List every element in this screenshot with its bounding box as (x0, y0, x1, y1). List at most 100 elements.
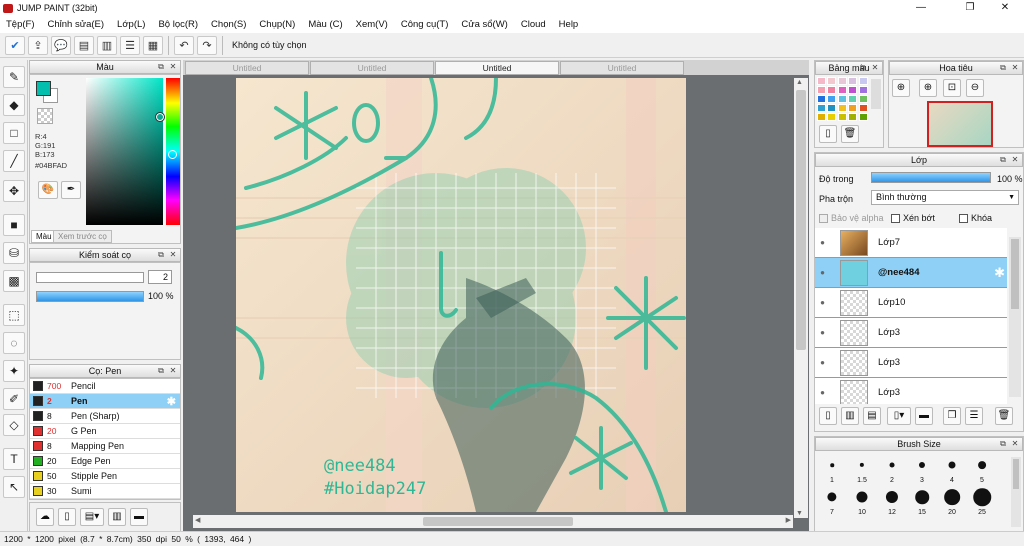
eraser-tool-icon[interactable]: ◆ (3, 94, 25, 116)
vertical-scroll-thumb[interactable] (796, 90, 806, 350)
message-icon[interactable]: ▤ (74, 35, 94, 55)
gear-icon[interactable]: ✱ (994, 265, 1005, 281)
brush-tool-icon[interactable]: ✎ (3, 66, 25, 88)
add-layer-menu-icon[interactable]: ▯▾ (887, 407, 911, 425)
new-layer-8bit-icon[interactable]: ▥ (841, 407, 859, 425)
layer-visibility-icon[interactable]: ● (815, 268, 830, 277)
layer-opacity-slider[interactable] (871, 172, 991, 183)
palette-swatch[interactable] (858, 86, 868, 94)
magic-wand-icon[interactable]: ✦ (3, 360, 25, 382)
select-pen-icon[interactable]: ✐ (3, 388, 25, 410)
menu-window[interactable]: Cửa sổ(W) (461, 19, 507, 30)
doc-tab[interactable]: Untitled (185, 61, 309, 75)
panel-close-icon[interactable]: ✕ (168, 62, 178, 72)
canvas-vertical-scrollbar[interactable]: ▲ ▼ (794, 78, 808, 518)
panel-close-icon[interactable]: ✕ (1010, 439, 1020, 449)
brush-opacity-slider[interactable] (36, 291, 144, 302)
brush-item-pencil[interactable]: 700 Pencil (30, 379, 180, 394)
palette-swatch[interactable] (817, 77, 826, 85)
comment-icon[interactable]: 💬 (51, 35, 71, 55)
operation-tool-icon[interactable]: ↖ (3, 476, 25, 498)
panel-float-icon[interactable]: ⧉ (858, 63, 868, 73)
menu-cloud[interactable]: Cloud (521, 19, 546, 30)
panel-close-icon[interactable]: ✕ (1010, 155, 1020, 165)
menu-file[interactable]: Tệp(F) (6, 19, 35, 30)
palette-swatch[interactable] (837, 77, 847, 85)
palette-swatch[interactable] (848, 86, 858, 94)
palette-swatch[interactable] (858, 77, 868, 85)
menu-view[interactable]: Xem(V) (356, 19, 388, 30)
zoom-in-icon[interactable]: ⊕ (892, 79, 910, 97)
menu-edit[interactable]: Chỉnh sửa(E) (48, 19, 105, 30)
palette-swatch[interactable] (817, 113, 826, 121)
lock-checkbox[interactable] (959, 214, 968, 224)
brush-size-option[interactable]: 1.5 (847, 455, 877, 485)
scroll-left-icon[interactable]: ◀ (195, 516, 200, 524)
brush-settings-icon[interactable]: ▥ (108, 508, 126, 526)
tab-brush-preview[interactable]: Xem trước cọ (53, 230, 112, 243)
zoom-out-icon[interactable]: ⊖ (966, 79, 984, 97)
menu-select[interactable]: Chọn(S) (211, 19, 246, 30)
cloud-sync-icon[interactable]: ✔ (5, 35, 25, 55)
hue-slider[interactable] (166, 78, 180, 225)
delete-palette-icon[interactable]: 🗑 (841, 125, 859, 143)
panel-float-icon[interactable]: ⧉ (998, 63, 1008, 73)
palette-swatch[interactable] (848, 77, 858, 85)
layer-row[interactable]: ● Lớp7 (815, 228, 1007, 258)
lasso-tool-icon[interactable]: ◌ (3, 332, 25, 354)
gradient-tool-icon[interactable]: ▩ (3, 270, 25, 292)
brush-item-stipple-pen[interactable]: 50 Stipple Pen (30, 469, 180, 484)
sv-picker-handle[interactable] (155, 112, 165, 122)
layer-scrollbar[interactable] (1009, 237, 1021, 397)
brush-size-slider[interactable] (36, 272, 144, 283)
scroll-right-icon[interactable]: ▶ (786, 516, 791, 524)
undo-icon[interactable]: ↶ (174, 35, 194, 55)
saturation-value-picker[interactable] (86, 78, 165, 225)
brush-size-option[interactable]: 20 (937, 487, 967, 517)
layer-visibility-icon[interactable]: ● (815, 238, 830, 247)
brush-size-scrollbar[interactable] (1011, 457, 1021, 527)
palette-swatch[interactable] (848, 95, 858, 103)
gear-icon[interactable]: ✱ (167, 395, 176, 408)
brush-size-option[interactable]: 7 (817, 487, 847, 517)
select-rect-tool-icon[interactable]: ⬚ (3, 304, 25, 326)
layer-visibility-icon[interactable]: ● (815, 358, 830, 367)
brush-folder-icon[interactable]: ▬ (130, 508, 148, 526)
brush-size-scroll-thumb[interactable] (1013, 459, 1019, 489)
menu-filter[interactable]: Bộ lọc(R) (158, 19, 198, 30)
export-icon[interactable]: ⇪ (28, 35, 48, 55)
palette-swatch[interactable] (817, 104, 826, 112)
scroll-down-icon[interactable]: ▼ (796, 510, 803, 517)
doc-tab[interactable]: Untitled (560, 61, 684, 75)
brush-item-edge-pen[interactable]: 20 Edge Pen (30, 454, 180, 469)
brush-size-option[interactable]: 25 (967, 487, 997, 517)
protect-alpha-checkbox[interactable] (819, 214, 828, 224)
eyedropper-icon[interactable]: ✒ (61, 181, 81, 199)
line-tool-icon[interactable]: ╱ (3, 150, 25, 172)
palette-swatch[interactable] (827, 104, 837, 112)
merge-layer-icon[interactable]: ☰ (965, 407, 983, 425)
layout-icon[interactable]: ▦ (143, 35, 163, 55)
delete-layer-icon[interactable]: 🗑 (995, 407, 1013, 425)
doc-tab[interactable]: Untitled (310, 61, 434, 75)
brush-size-option[interactable]: 10 (847, 487, 877, 517)
menu-help[interactable]: Help (559, 19, 579, 30)
transparent-color-swatch[interactable] (37, 108, 53, 124)
rect-tool-icon[interactable]: □ (3, 122, 25, 144)
lock-option[interactable]: Khóa (959, 213, 992, 224)
zoom-in-icon[interactable]: ⊕ (919, 79, 937, 97)
panel-close-icon[interactable]: ✕ (870, 63, 880, 73)
brush-size-option[interactable]: 4 (937, 455, 967, 485)
blend-mode-select[interactable]: Bình thường ▼ (871, 190, 1019, 205)
palette-swatch[interactable] (848, 104, 858, 112)
palette-swatch[interactable] (848, 113, 858, 121)
palette-swatch[interactable] (858, 104, 868, 112)
palette-swatch[interactable] (837, 95, 847, 103)
scroll-up-icon[interactable]: ▲ (796, 79, 803, 86)
new-brush-icon[interactable]: ▯ (58, 508, 76, 526)
brush-item-pen-sharp[interactable]: 8 Pen (Sharp) (30, 409, 180, 424)
palette-swatch[interactable] (817, 95, 826, 103)
new-palette-icon[interactable]: ▯ (819, 125, 837, 143)
palette-swatch-grid[interactable] (817, 77, 869, 123)
protect-alpha-option[interactable]: Bảo vệ alpha (819, 213, 884, 224)
